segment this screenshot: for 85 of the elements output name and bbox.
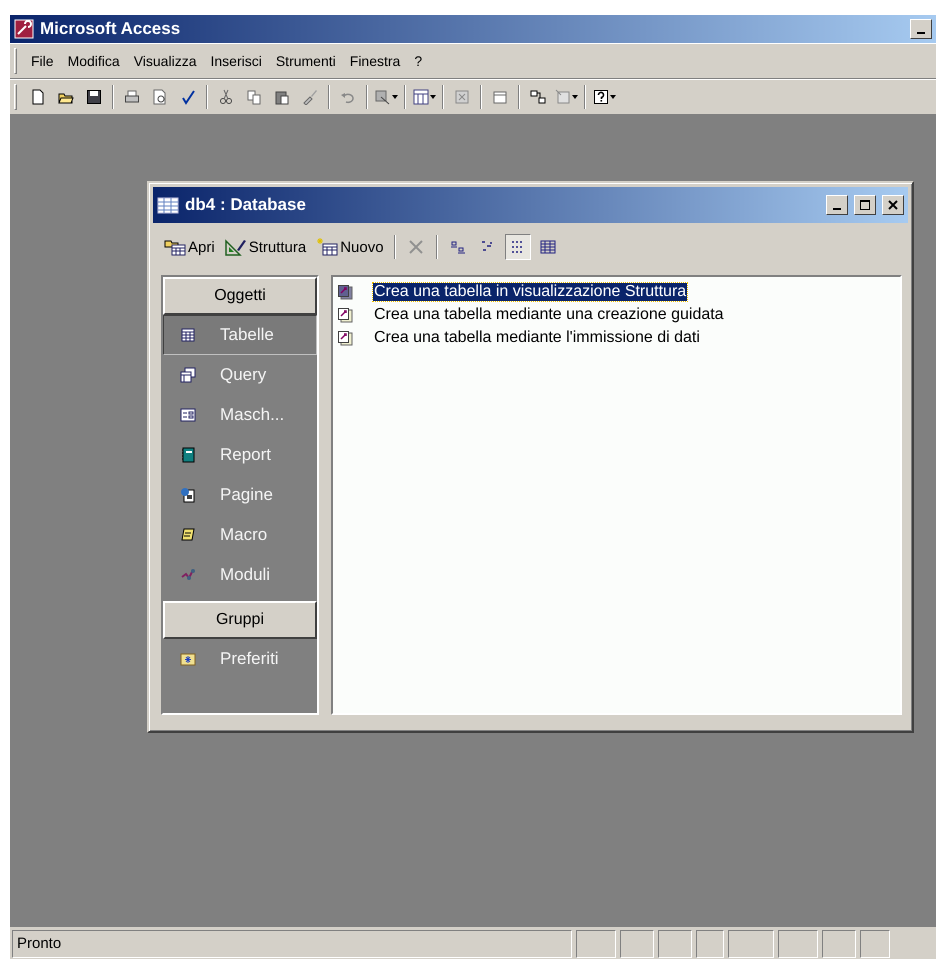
- status-panel: [860, 930, 890, 958]
- menu-item[interactable]: Strumenti: [270, 51, 342, 71]
- menu-item[interactable]: Visualizza: [128, 51, 202, 71]
- scissors-icon: [218, 89, 234, 105]
- menu-item[interactable]: File: [25, 51, 60, 71]
- object-label: Masch...: [220, 405, 284, 425]
- large-icons-icon: [450, 239, 466, 255]
- report-icon: [180, 447, 196, 463]
- close-icon: [888, 200, 898, 210]
- wizard-icon: [337, 306, 353, 322]
- design-icon: [224, 238, 247, 256]
- status-panel: [728, 930, 774, 958]
- delete-icon: [406, 238, 425, 256]
- view-button[interactable]: [504, 234, 531, 260]
- details-icon: [540, 239, 556, 255]
- properties-icon: [492, 89, 508, 105]
- object-item[interactable]: Masch...: [163, 395, 317, 435]
- brush-icon: [302, 89, 318, 105]
- key-icon: [14, 19, 34, 39]
- caret-icon: [572, 95, 578, 99]
- object-label: Tabelle: [220, 325, 274, 345]
- menu-item[interactable]: Finestra: [344, 51, 406, 71]
- toolbar-button[interactable]: Apri: [161, 236, 218, 258]
- minimize-button[interactable]: [826, 195, 848, 215]
- menu-item[interactable]: Inserisci: [204, 51, 268, 71]
- object-item[interactable]: Moduli: [163, 555, 317, 595]
- status-panel: [620, 930, 654, 958]
- database-icon: [157, 195, 179, 215]
- object-item[interactable]: Query: [163, 355, 317, 395]
- group-label: Preferiti: [220, 649, 279, 669]
- status-panel: [576, 930, 616, 958]
- maximize-icon: [860, 200, 870, 210]
- toolbar-button[interactable]: Struttura: [222, 236, 310, 258]
- wizard-icon: [337, 284, 353, 300]
- web-page-icon: [180, 487, 196, 503]
- objects-header[interactable]: Oggetti: [163, 277, 317, 315]
- list-item[interactable]: Crea una tabella mediante l'immissione di dati: [373, 328, 701, 346]
- window-title: db4 : Database: [185, 195, 306, 215]
- status-panel: [822, 930, 856, 958]
- relationships-icon: [530, 89, 546, 105]
- close-button[interactable]: [882, 195, 904, 215]
- groups-header[interactable]: Gruppi: [163, 601, 317, 639]
- object-item[interactable]: Tabelle: [163, 315, 317, 355]
- status-text: Pronto: [12, 930, 572, 958]
- new-table-icon: [316, 238, 338, 256]
- menu-item[interactable]: ?: [408, 51, 428, 71]
- object-item[interactable]: Report: [163, 435, 317, 475]
- new-document-icon: [30, 89, 46, 105]
- group-item[interactable]: Preferiti: [163, 639, 317, 679]
- open-table-icon: [164, 238, 186, 256]
- status-panel: [696, 930, 724, 958]
- object-item[interactable]: Macro: [163, 515, 317, 555]
- object-label: Macro: [220, 525, 268, 545]
- object-label: Moduli: [220, 565, 270, 585]
- object-label: Query: [220, 365, 266, 385]
- form-icon: [180, 407, 196, 423]
- minimize-icon: [917, 32, 925, 34]
- printer-icon: [124, 89, 140, 105]
- toolbar-button[interactable]: Nuovo: [313, 236, 387, 258]
- save-icon: [86, 89, 102, 105]
- object-label: Pagine: [220, 485, 273, 505]
- app-title: Microsoft Access: [40, 19, 180, 39]
- caret-icon: [430, 95, 436, 99]
- query-icon: [180, 367, 196, 383]
- menu-item[interactable]: Modifica: [62, 51, 126, 71]
- paste-icon: [274, 89, 290, 105]
- list-item[interactable]: Crea una tabella mediante una creazione guidata: [373, 306, 725, 324]
- list-item[interactable]: Crea una tabella in visualizzazione Struttura: [373, 282, 688, 300]
- spelling-icon: [180, 89, 196, 105]
- help-icon: [592, 89, 608, 105]
- status-panel: [658, 930, 692, 958]
- module-icon: [180, 567, 196, 583]
- scroll-icon: [180, 527, 196, 543]
- maximize-button[interactable]: [854, 195, 876, 215]
- copy-icon: [246, 89, 262, 105]
- minimize-button[interactable]: [910, 19, 932, 39]
- minimize-icon: [833, 208, 841, 210]
- object-label: Report: [220, 445, 272, 465]
- print-preview-icon: [152, 89, 168, 105]
- wizard-icon: [337, 330, 353, 346]
- status-panel: [778, 930, 818, 958]
- caret-icon: [610, 95, 616, 99]
- object-item[interactable]: Pagine: [163, 475, 317, 515]
- caret-icon: [392, 95, 398, 99]
- table-icon: [180, 327, 196, 343]
